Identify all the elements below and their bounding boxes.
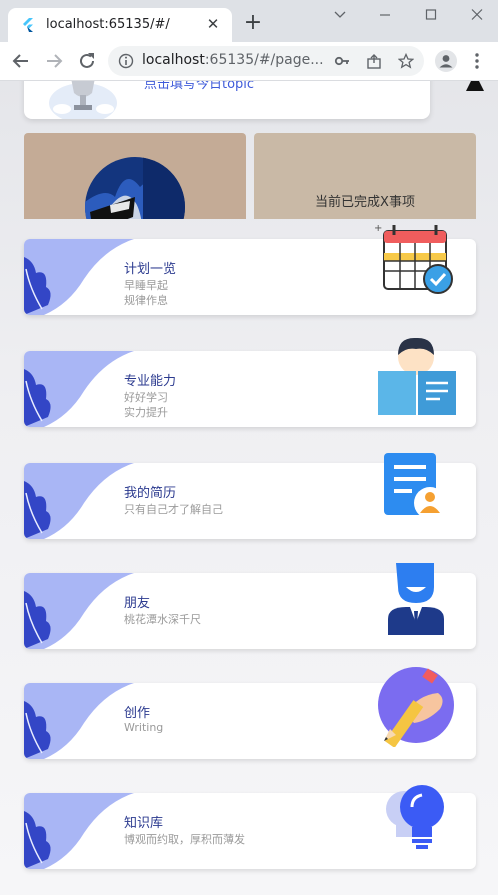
status-card[interactable]: 当前已完成X事项	[254, 133, 476, 219]
back-arrow-icon[interactable]	[11, 51, 31, 71]
minimize-icon[interactable]	[371, 6, 399, 24]
menu-title: 朋友	[124, 596, 151, 611]
url-host: localhost	[142, 52, 205, 68]
browser-toolbar: localhost:65135/#/page...	[0, 42, 498, 81]
avatar	[85, 157, 185, 219]
topic-card[interactable]: 点击填写今日topic	[24, 81, 430, 119]
menu-subtitle-2: 实力提升	[124, 406, 168, 419]
maximize-icon[interactable]	[417, 6, 445, 24]
resume-icon	[384, 453, 446, 519]
flutter-icon	[23, 18, 33, 32]
menu-card-knowledge[interactable]: 知识库 博观而约取，厚积而薄发	[24, 785, 476, 869]
tab-close-icon[interactable]: ✕	[204, 15, 222, 33]
topic-prompt-link[interactable]: 点击填写今日topic	[144, 81, 254, 92]
menu-subtitle: 早睡早起	[124, 279, 168, 292]
new-tab-button[interactable]: +	[242, 12, 264, 35]
menu-title: 知识库	[124, 816, 164, 831]
menu-card-resume[interactable]: 我的简历 只有自己才了解自己	[24, 453, 476, 539]
tab-title: localhost:65135/#/	[46, 17, 170, 32]
person-silhouette-icon	[466, 81, 484, 91]
reading-student-icon	[378, 337, 456, 415]
lightbulb-icon	[386, 785, 444, 849]
bookmark-star-icon[interactable]	[398, 53, 414, 69]
pencil-hand-icon	[378, 667, 454, 747]
address-bar[interactable]: localhost:65135/#/page...	[108, 46, 424, 76]
menu-title: 创作	[124, 706, 151, 721]
menu-title: 我的简历	[124, 486, 177, 501]
menu-title: 专业能力	[124, 374, 177, 389]
menu-subtitle: 只有自己才了解自己	[124, 503, 223, 516]
menu-subtitle-2: 规律作息	[124, 294, 168, 307]
reload-icon[interactable]	[77, 51, 97, 71]
url-path: :65135/#/page...	[204, 52, 324, 68]
close-window-icon[interactable]	[463, 6, 491, 24]
menu-card-skills[interactable]: 专业能力 好好学习 实力提升	[24, 337, 476, 427]
photo-card[interactable]	[24, 133, 246, 219]
menu-title: 计划一览	[124, 262, 177, 277]
menu-kebab-icon[interactable]	[474, 52, 480, 70]
status-text: 当前已完成X事项	[315, 195, 415, 210]
menu-card-writing[interactable]: 创作 Writing	[24, 667, 476, 759]
forward-arrow-icon[interactable]	[44, 51, 64, 71]
svg-text:+: +	[374, 225, 382, 234]
calendar-icon: +	[374, 225, 453, 294]
menu-subtitle: Writing	[124, 721, 164, 734]
browser-tab[interactable]: localhost:65135/#/ ✕	[8, 8, 232, 42]
menu-subtitle: 好好学习	[124, 391, 168, 404]
friend-person-icon	[388, 563, 444, 635]
url-text: localhost:65135/#/page...	[142, 52, 324, 68]
menu-subtitle: 桃花潭水深千尺	[124, 613, 201, 626]
menu-subtitle: 博观而约取，厚积而薄发	[124, 833, 245, 846]
info-icon[interactable]	[118, 53, 134, 69]
trophy-illustration	[49, 81, 117, 119]
profile-avatar-icon[interactable]	[435, 50, 457, 72]
app-page: 点击填写今日topic 当前已完成X事项 计划一览 早睡早起 规律作息 + 专业…	[0, 81, 498, 895]
menu-card-friends[interactable]: 朋友 桃花潭水深千尺	[24, 563, 476, 649]
menu-card-plan[interactable]: 计划一览 早睡早起 规律作息 +	[24, 225, 476, 315]
key-icon[interactable]	[334, 53, 350, 69]
chevron-down-icon[interactable]	[326, 6, 354, 24]
share-icon[interactable]	[366, 53, 382, 69]
browser-titlebar: localhost:65135/#/ ✕ +	[0, 0, 498, 42]
